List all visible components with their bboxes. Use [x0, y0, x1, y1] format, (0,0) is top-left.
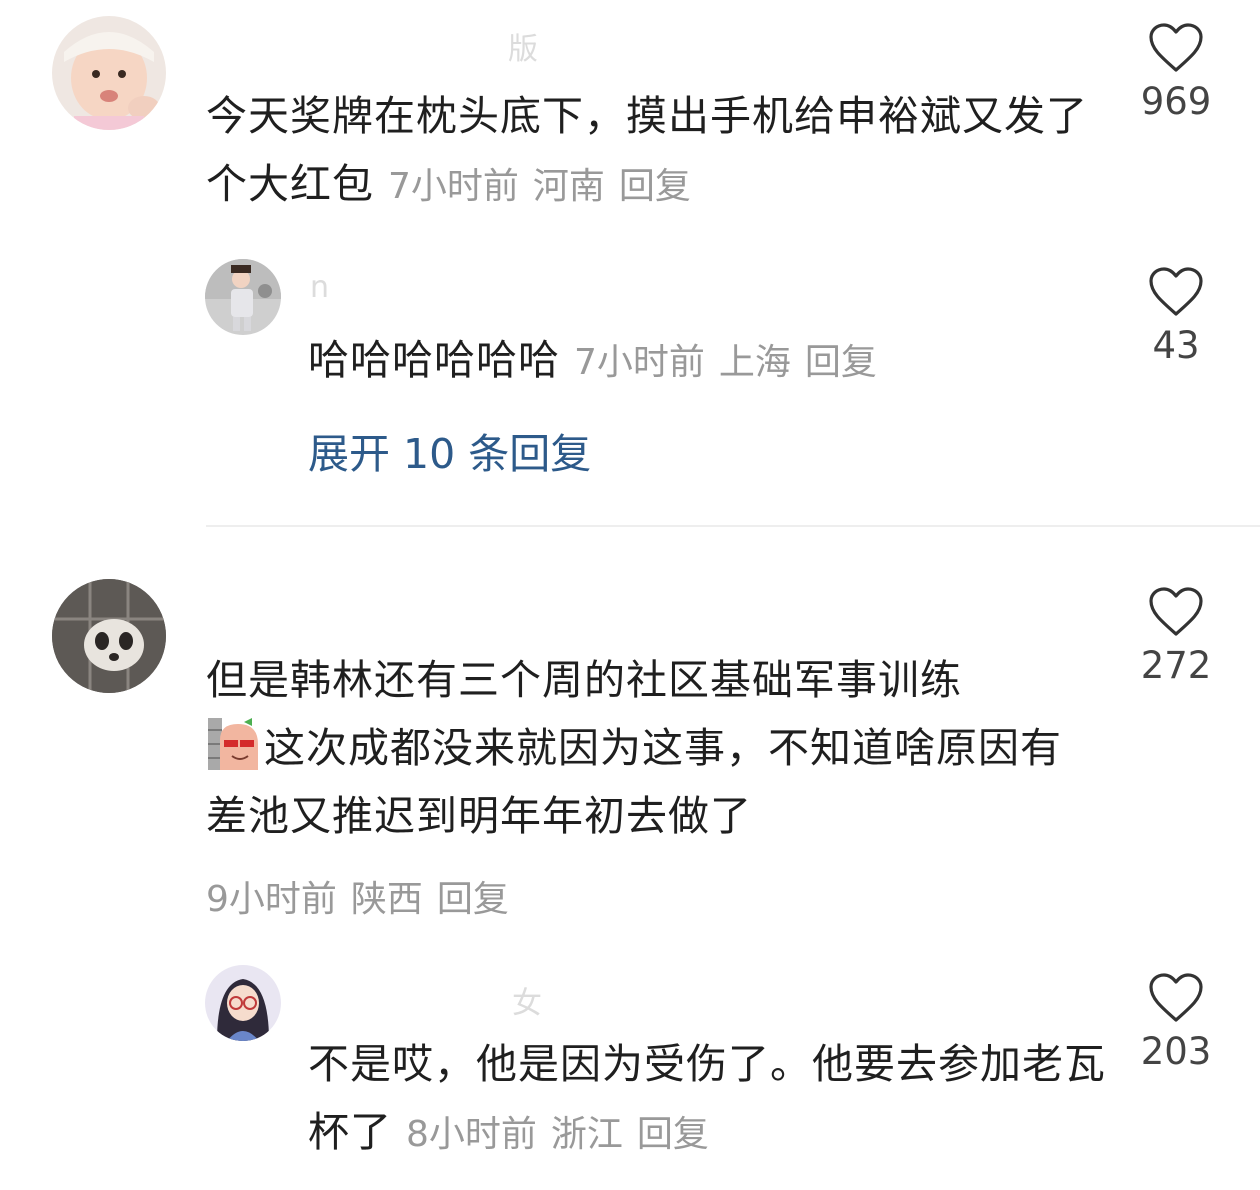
reply-location: 浙江 [550, 1114, 623, 1155]
comment-time: 7小时前 [388, 166, 519, 207]
reply-time: 7小时前 [574, 342, 705, 383]
avatar-child-photo [52, 16, 166, 130]
comment-body: 但是韩林还有三个周的社区基础军事训练 [206, 656, 962, 704]
comment-body-continued: 这次成都没来就因为这事，不知道啥原因有差池又推迟到明年年初去做了 [206, 724, 1062, 840]
like-button[interactable]: 969 [1121, 22, 1231, 123]
reply-body: 哈哈哈哈哈哈 [308, 336, 560, 384]
avatar-cartoon-girl [205, 965, 281, 1041]
avatar[interactable] [52, 16, 166, 130]
reply-username[interactable]: n [310, 270, 329, 305]
expand-replies-link[interactable]: 展开 10 条回复 [308, 420, 591, 480]
comment-text: 今天奖牌在枕头底下，摸出手机给申裕斌又发了个大红包 7小时前 河南 回复 [206, 82, 1106, 221]
like-count: 203 [1140, 1030, 1212, 1073]
reply-text: 不是哎，他是因为受伤了。他要去参加老瓦杯了 8小时前 浙江 回复 [308, 1030, 1108, 1169]
like-button[interactable]: 43 [1121, 266, 1231, 367]
heart-icon [1149, 23, 1203, 72]
comment-location: 陕西 [350, 879, 423, 920]
sneaky-peek-emoji-icon [208, 718, 258, 770]
reply-avatar[interactable] [205, 259, 281, 335]
like-button[interactable]: 203 [1121, 972, 1231, 1073]
reply-text: 哈哈哈哈哈哈 7小时前 上海 回复 [308, 326, 1108, 397]
comment-text: 但是韩林还有三个周的社区基础军事训练 这次成都没来就因为这事，不知道啥原因有差池… [206, 646, 1066, 850]
like-button[interactable]: 272 [1121, 586, 1231, 687]
reply-avatar[interactable] [205, 965, 281, 1041]
like-count: 272 [1140, 644, 1212, 687]
heart-icon [1149, 587, 1203, 636]
like-count: 969 [1140, 80, 1212, 123]
username[interactable]: 版 [508, 24, 538, 68]
reply-button[interactable]: 回复 [805, 342, 877, 383]
reply-button[interactable]: 回复 [437, 879, 509, 920]
comment-time: 9小时前 [206, 879, 337, 920]
avatar-panda-photo [52, 579, 166, 693]
reply-button[interactable]: 回复 [637, 1114, 709, 1155]
comment-1: 版 今天奖牌在枕头底下，摸出手机给申裕斌又发了个大红包 7小时前 河南 回复 969 … [0, 0, 1260, 520]
avatar-child-photo [205, 259, 281, 335]
comment-meta: 9小时前 陕西 回复 [206, 870, 509, 922]
like-count: 43 [1152, 324, 1200, 367]
avatar[interactable] [52, 579, 166, 693]
reply-username[interactable]: 女 [512, 978, 542, 1022]
reply-location: 上海 [718, 342, 791, 383]
heart-icon [1149, 267, 1203, 316]
comment-2: 但是韩林还有三个周的社区基础军事训练 这次成都没来就因为这事，不知道啥原因有差池… [0, 540, 1260, 1190]
comment-location: 河南 [532, 166, 605, 207]
reply-time: 8小时前 [406, 1114, 537, 1155]
divider [206, 525, 1260, 527]
heart-icon [1149, 973, 1203, 1022]
reply-button[interactable]: 回复 [619, 166, 691, 207]
